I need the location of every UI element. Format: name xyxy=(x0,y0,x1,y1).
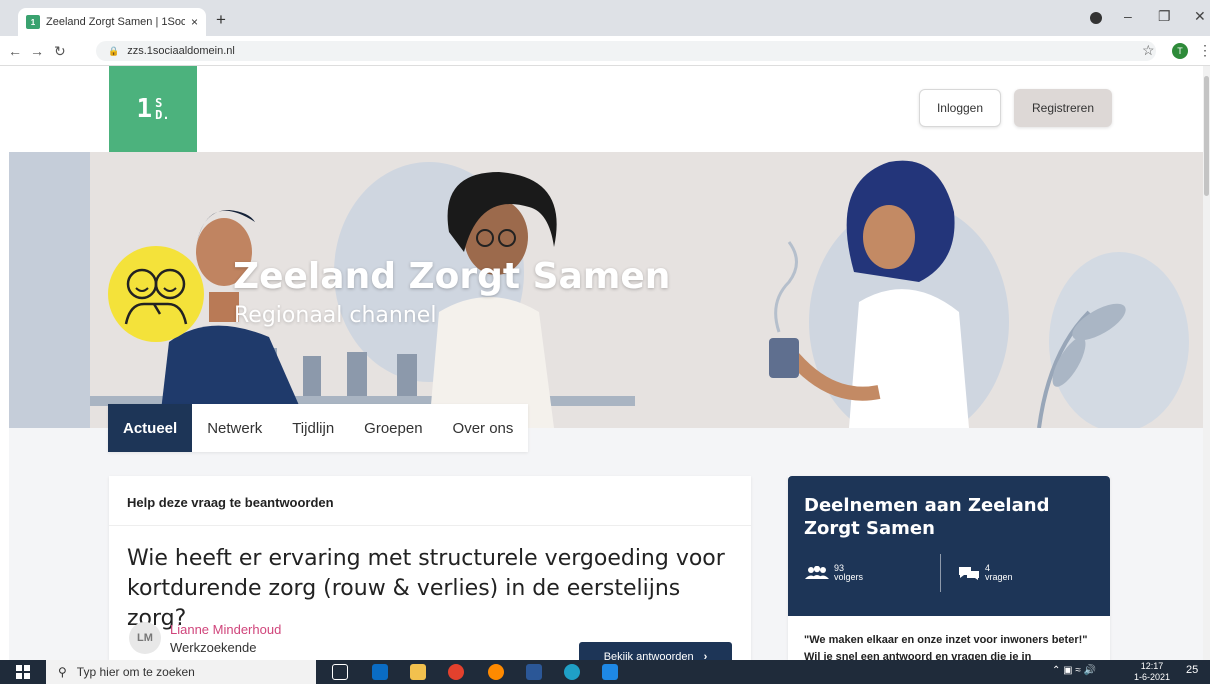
followers-label: volgers xyxy=(834,572,864,582)
question-title[interactable]: Wie heeft er ervaring met structurele ve… xyxy=(127,544,737,634)
tab-tijdlijn[interactable]: Tijdlijn xyxy=(277,404,349,452)
taskbar-search-box[interactable]: ⚲ Typ hier om te zoeken xyxy=(46,660,316,684)
channel-avatar xyxy=(108,246,204,342)
page-scrollbar[interactable] xyxy=(1203,66,1210,660)
author-name[interactable]: Lianne Minderhoud xyxy=(170,622,281,637)
back-arrow-icon[interactable]: ← xyxy=(8,43,22,59)
bookmark-star-icon[interactable]: ☆ xyxy=(1142,42,1155,59)
file-explorer-icon[interactable] xyxy=(410,664,426,680)
tab-actueel[interactable]: Actueel xyxy=(108,404,193,452)
internet-explorer-icon[interactable] xyxy=(602,664,618,680)
url-field[interactable]: 🔒 zzs.1sociaaldomein.nl xyxy=(96,41,1156,61)
system-tray-icons[interactable]: ⌃ ▣ ≈ 🔊 xyxy=(1052,665,1096,676)
two-people-icon xyxy=(124,268,188,325)
recording-icon[interactable] xyxy=(1090,12,1102,24)
questions-stat: 4 vragen xyxy=(957,564,1013,582)
login-button[interactable]: Inloggen xyxy=(919,89,1001,127)
firefox-icon[interactable] xyxy=(488,664,504,680)
address-bar-row: ← → ↻ 🔒 zzs.1sociaaldomein.nl ☆ T ⋮ xyxy=(0,36,1210,66)
questions-label: vragen xyxy=(985,572,1013,582)
chevron-right-icon: › xyxy=(703,651,708,660)
word-icon[interactable] xyxy=(526,664,542,680)
maximize-icon[interactable]: ❐ xyxy=(1158,8,1171,25)
url-text: zzs.1sociaaldomein.nl xyxy=(127,45,235,57)
author-avatar[interactable]: LM xyxy=(129,622,161,654)
taskbar-clock[interactable]: 12:17 1-6-2021 xyxy=(1134,661,1170,683)
stats-divider xyxy=(940,554,941,592)
chrome-icon[interactable] xyxy=(448,664,464,680)
taskbar-search-placeholder: Typ hier om te zoeken xyxy=(76,665,195,679)
tab-netwerk[interactable]: Netwerk xyxy=(192,404,277,452)
tab-title: Zeeland Zorgt Samen | 1Sociaald xyxy=(46,16,185,28)
site-favicon-icon: 1 xyxy=(26,15,40,29)
followers-stat: 93 volgers xyxy=(804,564,863,582)
question-card-header: Help deze vraag te beantwoorden xyxy=(109,476,751,526)
browser-tab-bar: 1 Zeeland Zorgt Samen | 1Sociaald × + – … xyxy=(0,0,1210,36)
people-icon xyxy=(805,566,829,579)
view-answers-button[interactable]: Bekijk antwoorden › xyxy=(579,642,732,660)
browser-tab[interactable]: 1 Zeeland Zorgt Samen | 1Sociaald × xyxy=(18,8,206,36)
join-channel-card: Deelnemen aan Zeeland Zorgt Samen 93 vol… xyxy=(788,476,1110,660)
channel-title: Zeeland Zorgt Samen xyxy=(233,256,671,297)
edge-icon[interactable] xyxy=(564,664,580,680)
tab-groepen[interactable]: Groepen xyxy=(349,404,437,452)
task-view-icon[interactable] xyxy=(332,664,348,680)
windows-logo-icon xyxy=(16,665,30,679)
chat-bubbles-icon xyxy=(959,567,979,580)
scrollbar-thumb[interactable] xyxy=(1204,76,1209,196)
lock-icon: 🔒 xyxy=(108,45,120,56)
new-tab-button[interactable]: + xyxy=(216,10,226,30)
join-card-title: Deelnemen aan Zeeland Zorgt Samen xyxy=(804,495,1050,539)
reload-icon[interactable]: ↻ xyxy=(54,43,66,60)
tab-over-ons[interactable]: Over ons xyxy=(438,404,529,452)
search-icon: ⚲ xyxy=(58,665,67,679)
register-button[interactable]: Registreren xyxy=(1014,89,1112,127)
channel-tabs: Actueel Netwerk Tijdlijn Groepen Over on… xyxy=(108,404,529,452)
tab-close-icon[interactable]: × xyxy=(191,15,198,29)
profile-avatar[interactable]: T xyxy=(1172,43,1188,59)
outlook-icon[interactable] xyxy=(372,664,388,680)
channel-subtitle: Regionaal channel xyxy=(234,303,437,328)
forward-arrow-icon[interactable]: → xyxy=(30,43,44,59)
join-card-quote: "We maken elkaar en onze inzet voor inwo… xyxy=(804,634,1088,660)
author-role: Werkzoekende xyxy=(170,640,257,655)
notifications-icon[interactable]: 25 xyxy=(1186,664,1202,680)
window-close-icon[interactable]: ✕ xyxy=(1194,8,1206,25)
question-card: Help deze vraag te beantwoorden Wie heef… xyxy=(109,476,751,660)
browser-menu-icon[interactable]: ⋮ xyxy=(1198,42,1210,59)
minimize-icon[interactable]: – xyxy=(1124,8,1132,24)
windows-taskbar: ⚲ Typ hier om te zoeken ⌃ ▣ ≈ 🔊 12:17 1-… xyxy=(0,660,1210,684)
site-logo[interactable]: 1 S D. xyxy=(109,66,197,152)
join-card-header: Deelnemen aan Zeeland Zorgt Samen 93 vol… xyxy=(788,476,1110,616)
windows-start-button[interactable] xyxy=(0,660,46,684)
